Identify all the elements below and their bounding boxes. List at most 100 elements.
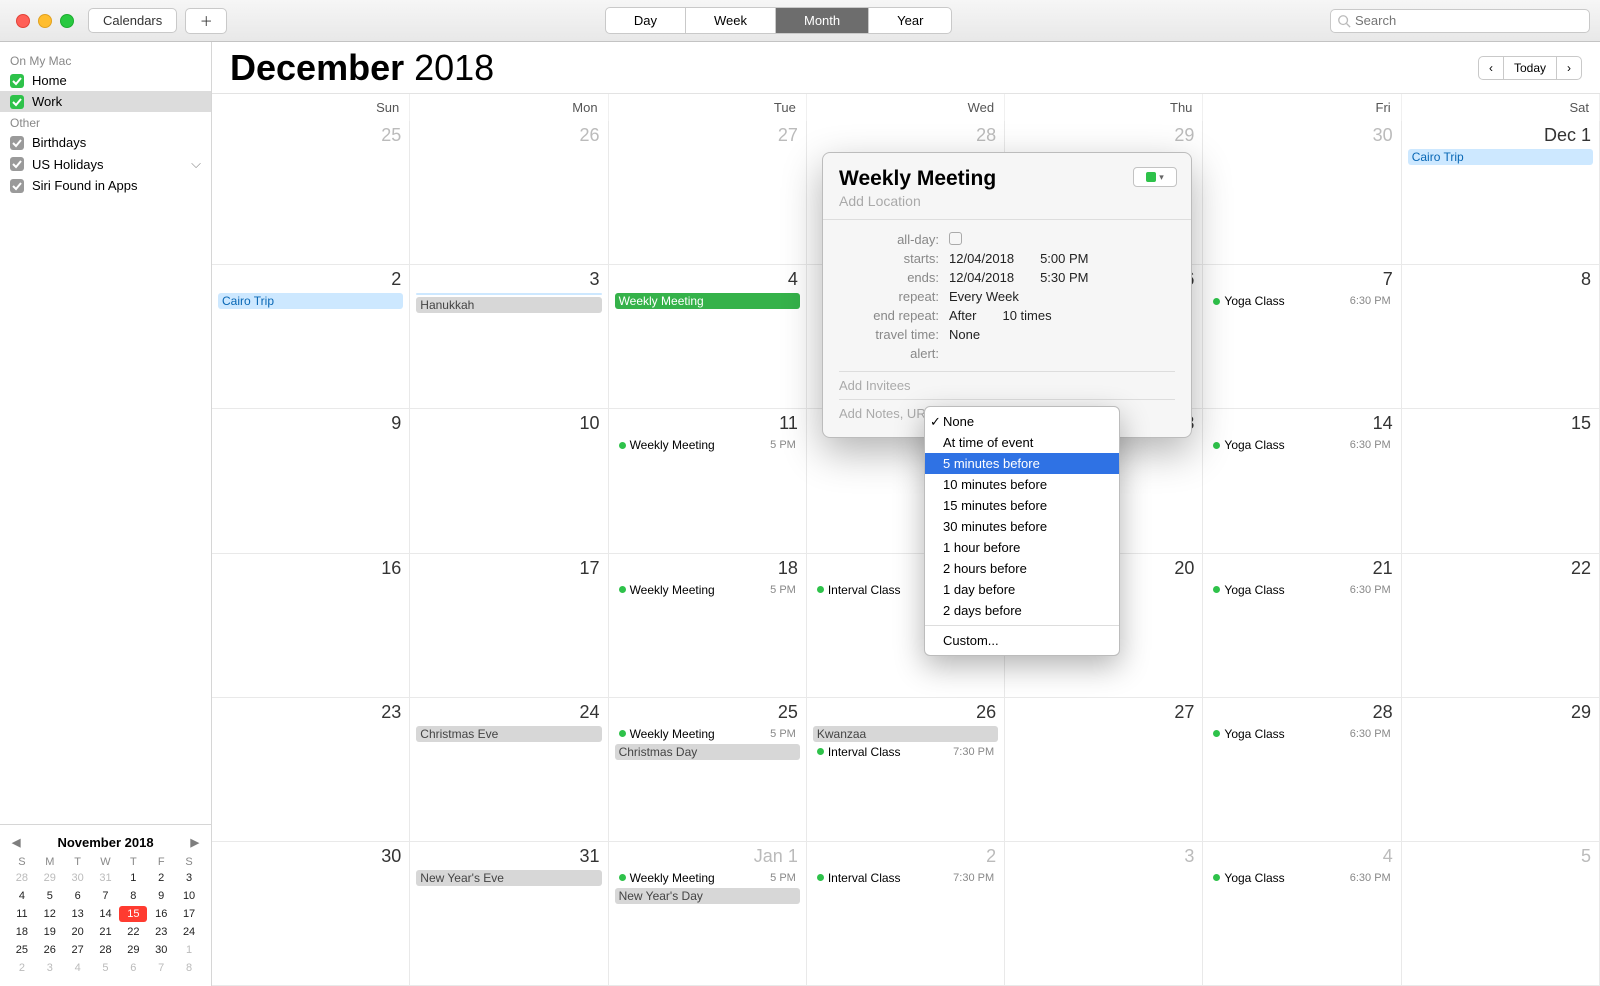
calendar-checkbox[interactable] xyxy=(10,74,24,88)
day-cell[interactable]: 4Weekly Meeting xyxy=(609,265,807,409)
mini-day[interactable]: 16 xyxy=(147,906,175,922)
mini-day[interactable]: 13 xyxy=(64,906,92,922)
day-cell[interactable]: 2Interval Class7:30 PM xyxy=(807,842,1005,986)
view-year[interactable]: Year xyxy=(869,8,951,33)
search-input[interactable] xyxy=(1355,13,1583,28)
next-month-button[interactable]: › xyxy=(1556,56,1582,80)
event-pill[interactable] xyxy=(416,293,601,295)
mini-day[interactable]: 5 xyxy=(36,888,64,904)
alert-option[interactable]: 1 hour before xyxy=(925,537,1119,558)
day-cell[interactable]: 31New Year's Eve xyxy=(410,842,608,986)
sidebar-item-birthdays[interactable]: Birthdays xyxy=(0,132,211,153)
mini-day[interactable]: 4 xyxy=(8,888,36,904)
add-location-field[interactable]: Add Location xyxy=(839,193,1175,209)
mini-day[interactable]: 1 xyxy=(175,942,203,958)
mini-day[interactable]: 28 xyxy=(92,942,120,958)
day-cell[interactable]: 16 xyxy=(212,554,410,698)
day-cell[interactable]: 25 xyxy=(212,121,410,265)
travel-time-value[interactable]: None xyxy=(949,327,980,342)
day-cell[interactable]: 27 xyxy=(609,121,807,265)
mini-day[interactable]: 10 xyxy=(175,888,203,904)
event-title[interactable]: Weekly Meeting xyxy=(839,167,1175,191)
mini-next-button[interactable]: ▶ xyxy=(191,836,199,849)
day-cell[interactable]: 26 xyxy=(410,121,608,265)
alert-option[interactable]: 2 hours before xyxy=(925,558,1119,579)
event-pill[interactable]: Yoga Class6:30 PM xyxy=(1209,726,1394,742)
alert-option[interactable]: At time of event xyxy=(925,432,1119,453)
mini-day[interactable]: 20 xyxy=(64,924,92,940)
day-cell[interactable]: 10 xyxy=(410,409,608,553)
mini-day[interactable]: 2 xyxy=(147,870,175,886)
day-cell[interactable]: Jan 1Weekly Meeting5 PMNew Year's Day xyxy=(609,842,807,986)
event-pill[interactable]: Yoga Class6:30 PM xyxy=(1209,293,1394,309)
repeat-value[interactable]: Every Week xyxy=(949,289,1019,304)
today-button[interactable]: Today xyxy=(1504,56,1556,80)
event-pill[interactable]: Interval Class7:30 PM xyxy=(813,870,998,886)
alert-option[interactable]: 15 minutes before xyxy=(925,495,1119,516)
day-cell[interactable]: 24Christmas Eve xyxy=(410,698,608,842)
mini-day[interactable]: 15 xyxy=(119,906,147,922)
event-pill[interactable]: Weekly Meeting5 PM xyxy=(615,726,800,742)
day-cell[interactable]: 5 xyxy=(1402,842,1600,986)
mini-day[interactable]: 23 xyxy=(147,924,175,940)
day-cell[interactable]: 21Yoga Class6:30 PM xyxy=(1203,554,1401,698)
mini-day[interactable]: 31 xyxy=(92,870,120,886)
event-pill[interactable]: Interval Class7:30 PM xyxy=(813,744,998,760)
calendar-color-picker[interactable]: ▾ xyxy=(1133,167,1177,187)
search-field[interactable] xyxy=(1330,9,1590,33)
event-pill[interactable]: Yoga Class6:30 PM xyxy=(1209,437,1394,453)
day-cell[interactable]: 22 xyxy=(1402,554,1600,698)
mini-day[interactable]: 5 xyxy=(92,960,120,976)
event-pill[interactable]: Cairo Trip xyxy=(1408,149,1593,165)
starts-time[interactable]: 5:00 PM xyxy=(1040,251,1088,266)
event-pill[interactable]: Kwanzaa xyxy=(813,726,998,742)
mini-day[interactable]: 19 xyxy=(36,924,64,940)
day-cell[interactable]: 30 xyxy=(212,842,410,986)
mini-day[interactable]: 30 xyxy=(147,942,175,958)
day-cell[interactable]: 11Weekly Meeting5 PM xyxy=(609,409,807,553)
event-pill[interactable]: Christmas Day xyxy=(615,744,800,760)
mini-day[interactable]: 30 xyxy=(64,870,92,886)
day-cell[interactable]: 27 xyxy=(1005,698,1203,842)
event-pill[interactable]: Yoga Class6:30 PM xyxy=(1209,582,1394,598)
day-cell[interactable]: 15 xyxy=(1402,409,1600,553)
day-cell[interactable]: 3 xyxy=(1005,842,1203,986)
mini-day[interactable]: 21 xyxy=(92,924,120,940)
event-pill[interactable]: New Year's Day xyxy=(615,888,800,904)
day-cell[interactable]: 28Yoga Class6:30 PM xyxy=(1203,698,1401,842)
add-button[interactable]: ＋ xyxy=(185,8,227,34)
event-pill[interactable]: Weekly Meeting5 PM xyxy=(615,437,800,453)
mini-day[interactable]: 17 xyxy=(175,906,203,922)
day-cell[interactable]: 4Yoga Class6:30 PM xyxy=(1203,842,1401,986)
all-day-checkbox[interactable] xyxy=(949,232,962,245)
starts-date[interactable]: 12/04/2018 xyxy=(949,251,1014,266)
mini-day[interactable]: 27 xyxy=(64,942,92,958)
mini-day[interactable]: 22 xyxy=(119,924,147,940)
mini-day[interactable]: 8 xyxy=(119,888,147,904)
view-week[interactable]: Week xyxy=(686,8,776,33)
calendar-checkbox[interactable] xyxy=(10,95,24,109)
day-cell[interactable]: 8 xyxy=(1402,265,1600,409)
alert-option[interactable]: 10 minutes before xyxy=(925,474,1119,495)
mini-day[interactable]: 12 xyxy=(36,906,64,922)
day-cell[interactable]: 2Cairo Trip xyxy=(212,265,410,409)
event-pill[interactable]: Weekly Meeting xyxy=(615,293,800,309)
mini-day[interactable]: 28 xyxy=(8,870,36,886)
event-pill[interactable]: Hanukkah xyxy=(416,297,601,313)
day-cell[interactable]: 26KwanzaaInterval Class7:30 PM xyxy=(807,698,1005,842)
mini-day[interactable]: 25 xyxy=(8,942,36,958)
calendars-menu-button[interactable]: Calendars xyxy=(88,8,177,33)
mini-day[interactable]: 29 xyxy=(119,942,147,958)
day-cell[interactable]: 18Weekly Meeting5 PM xyxy=(609,554,807,698)
ends-time[interactable]: 5:30 PM xyxy=(1040,270,1088,285)
day-cell[interactable]: 3Hanukkah xyxy=(410,265,608,409)
mini-prev-button[interactable]: ◀ xyxy=(12,836,20,849)
sidebar-item-home[interactable]: Home xyxy=(0,70,211,91)
day-cell[interactable]: 23 xyxy=(212,698,410,842)
prev-month-button[interactable]: ‹ xyxy=(1478,56,1504,80)
mini-day[interactable]: 9 xyxy=(147,888,175,904)
alert-option-custom[interactable]: Custom... xyxy=(925,630,1119,651)
event-pill[interactable]: Weekly Meeting5 PM xyxy=(615,582,800,598)
add-invitees-field[interactable]: Add Invitees xyxy=(839,371,1175,399)
day-cell[interactable]: 7Yoga Class6:30 PM xyxy=(1203,265,1401,409)
